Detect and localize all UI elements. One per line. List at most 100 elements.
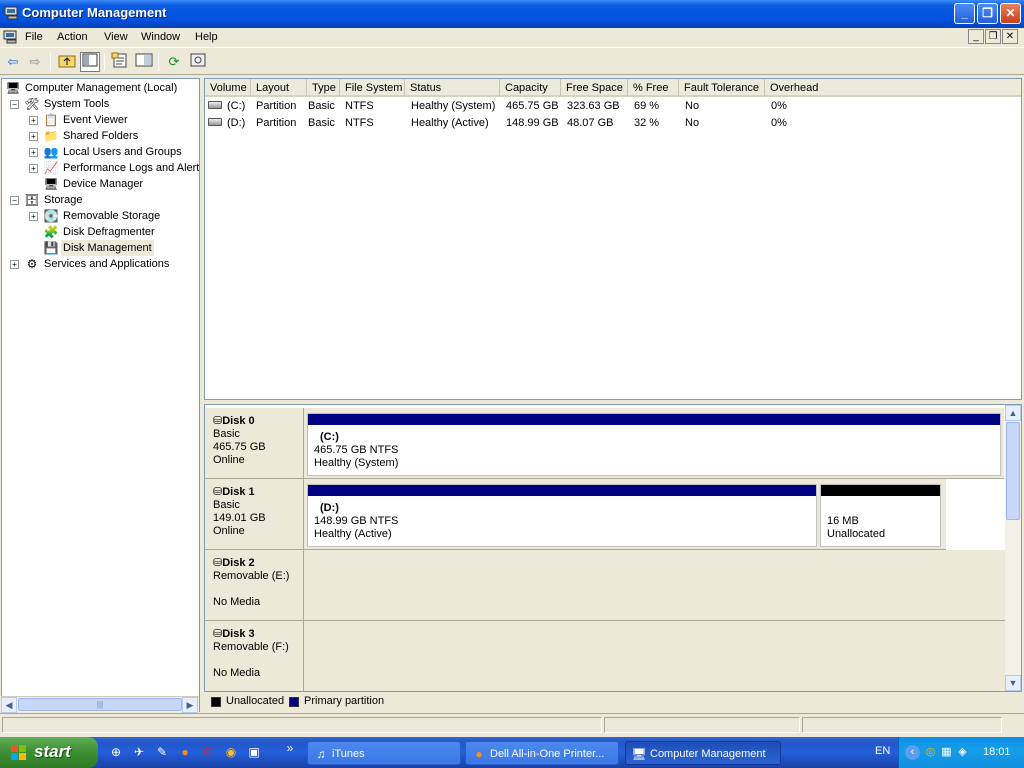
tree-system-tools[interactable]: System Tools — [44, 96, 109, 112]
quicklaunch-browser-icon[interactable]: ⊕ — [108, 744, 124, 760]
forward-icon[interactable]: ⇨ — [25, 52, 45, 72]
language-indicator[interactable]: EN — [875, 745, 890, 757]
help-topic-icon[interactable] — [134, 52, 154, 72]
title-bar[interactable]: Computer Management _ ❐ ✕ — [0, 0, 1024, 28]
tree-removable-storage[interactable]: Removable Storage — [63, 208, 160, 224]
quicklaunch-document-icon[interactable]: ▣ — [246, 744, 262, 760]
collapse-storage[interactable]: − — [10, 196, 19, 205]
col-free-space[interactable]: Free Space — [561, 79, 628, 97]
col-percent-free[interactable]: % Free — [628, 79, 679, 97]
console-tree[interactable]: 🖥 Computer Management (Local) − 🛠 System… — [1, 78, 200, 712]
task-dell-printer[interactable]: ● Dell All-in-One Printer... — [465, 741, 619, 765]
unallocated-space[interactable]: 16 MB Unallocated — [820, 484, 941, 547]
settings-icon[interactable] — [188, 52, 208, 72]
itunes-icon: ♫ — [316, 747, 326, 761]
tray-expand-icon[interactable]: ‹ — [905, 745, 920, 760]
col-file-system[interactable]: File System — [340, 79, 405, 97]
col-status[interactable]: Status — [405, 79, 500, 97]
tree-disk-defragmenter[interactable]: Disk Defragmenter — [63, 224, 155, 240]
tree-horizontal-scrollbar[interactable]: ◀ ||| ▶ — [1, 696, 199, 713]
partition-c[interactable]: (C:) 465.75 GB NTFS Healthy (System) — [307, 413, 1001, 476]
start-button[interactable]: start — [0, 737, 98, 768]
tree-shared-folders[interactable]: Shared Folders — [63, 128, 138, 144]
menu-action[interactable]: Action — [57, 31, 88, 43]
tree-services-applications[interactable]: Services and Applications — [44, 256, 169, 272]
expand-removable-storage[interactable]: + — [29, 212, 38, 221]
expand-perf-logs[interactable]: + — [29, 164, 38, 173]
quicklaunch-explorer-icon[interactable]: ✈ — [131, 744, 147, 760]
scroll-thumb[interactable]: ||| — [18, 698, 182, 711]
properties-icon[interactable] — [110, 52, 130, 72]
disk-2-label[interactable]: ⛁Disk 2 Removable (E:) No Media — [205, 550, 304, 621]
tree-event-viewer[interactable]: Event Viewer — [63, 112, 128, 128]
quicklaunch-pen-icon[interactable]: ✎ — [154, 744, 170, 760]
menu-view[interactable]: View — [104, 31, 128, 43]
unallocated-size: 16 MB — [827, 515, 859, 527]
tree-device-manager[interactable]: Device Manager — [63, 176, 143, 192]
col-volume[interactable]: Volume — [205, 79, 251, 97]
disk-graphical-view[interactable]: ⛁Disk 0 Basic 465.75 GB Online (C:) 465.… — [204, 404, 1022, 692]
col-capacity[interactable]: Capacity — [500, 79, 561, 97]
scroll-left-icon[interactable]: ◀ — [1, 697, 17, 713]
back-icon[interactable]: ⇦ — [3, 52, 23, 72]
tree-root[interactable]: Computer Management (Local) — [25, 80, 177, 96]
cell-capacity: 465.75 GB — [506, 100, 559, 112]
tray-network-icon[interactable]: ▦ — [939, 745, 954, 760]
child-restore-button[interactable]: ❐ — [985, 29, 1001, 44]
tree-local-users[interactable]: Local Users and Groups — [63, 144, 182, 160]
legend-unallocated: Unallocated — [226, 695, 285, 707]
task-computer-management[interactable]: 🖥 Computer Management — [625, 741, 781, 765]
taskbar: start ⊕ ✈ ✎ ● O ◉ ▣ » ♫ iTunes ● Dell Al… — [0, 737, 1024, 768]
task-itunes[interactable]: ♫ iTunes — [307, 741, 461, 765]
minimize-button[interactable]: _ — [954, 3, 975, 24]
collapse-system-tools[interactable]: − — [10, 100, 19, 109]
tree-perf-logs[interactable]: Performance Logs and Alerts — [63, 160, 199, 176]
expand-services[interactable]: + — [10, 260, 19, 269]
primary-partition-bar — [308, 485, 816, 496]
quicklaunch-firefox-icon[interactable]: ● — [177, 744, 193, 760]
system-menu-icon[interactable] — [3, 30, 19, 45]
cell-volume[interactable]: (C:) — [227, 98, 245, 114]
expand-shared-folders[interactable]: + — [29, 132, 38, 141]
menu-file[interactable]: File — [25, 31, 43, 43]
tree-disk-management[interactable]: Disk Management — [61, 240, 154, 256]
disk-1-label[interactable]: ⛁Disk 1 Basic 149.01 GB Online — [205, 479, 304, 550]
disk-3-row[interactable] — [304, 621, 1005, 691]
col-overhead[interactable]: Overhead — [765, 79, 1021, 97]
expand-event-viewer[interactable]: + — [29, 116, 38, 125]
scroll-down-icon[interactable]: ▼ — [1005, 675, 1021, 691]
up-folder-icon[interactable] — [57, 52, 77, 72]
child-close-button[interactable]: ✕ — [1002, 29, 1018, 44]
close-button[interactable]: ✕ — [1000, 3, 1021, 24]
cell-volume[interactable]: (D:) — [227, 115, 245, 131]
disk-vertical-scrollbar[interactable]: ▲ ▼ — [1005, 405, 1021, 691]
tray-security-icon[interactable]: ◈ — [955, 745, 970, 760]
legend-primary: Primary partition — [304, 695, 385, 707]
disk-name: Disk 3 — [222, 628, 255, 640]
col-layout[interactable]: Layout — [251, 79, 307, 97]
scroll-thumb[interactable] — [1006, 422, 1020, 520]
maximize-button[interactable]: ❐ — [977, 3, 998, 24]
disk-2-row[interactable] — [304, 550, 1005, 621]
col-type[interactable]: Type — [307, 79, 340, 97]
partition-d[interactable]: (D:) 148.99 GB NTFS Healthy (Active) — [307, 484, 817, 547]
scroll-up-icon[interactable]: ▲ — [1005, 405, 1021, 421]
quicklaunch-opera-icon[interactable]: O — [200, 744, 216, 760]
quicklaunch-chrome-icon[interactable]: ◉ — [223, 744, 239, 760]
disk-icon: ⛁ — [213, 486, 223, 498]
scroll-right-icon[interactable]: ▶ — [182, 697, 198, 713]
refresh-icon[interactable]: ⟳ — [164, 52, 184, 72]
col-fault-tolerance[interactable]: Fault Tolerance — [679, 79, 765, 97]
tree-storage[interactable]: Storage — [44, 192, 83, 208]
menu-window[interactable]: Window — [141, 31, 180, 43]
disk-0-label[interactable]: ⛁Disk 0 Basic 465.75 GB Online — [205, 408, 304, 479]
volume-list[interactable]: Volume Layout Type File System Status Ca… — [204, 78, 1022, 400]
show-hide-tree-icon[interactable] — [80, 52, 100, 72]
clock[interactable]: 18:01 — [983, 746, 1011, 758]
child-minimize-button[interactable]: _ — [968, 29, 984, 44]
quicklaunch-more-icon[interactable]: » — [282, 740, 298, 756]
disk-3-label[interactable]: ⛁Disk 3 Removable (F:) No Media — [205, 621, 304, 691]
menu-help[interactable]: Help — [195, 31, 218, 43]
tray-app-icon[interactable]: ◎ — [923, 745, 938, 760]
expand-local-users[interactable]: + — [29, 148, 38, 157]
